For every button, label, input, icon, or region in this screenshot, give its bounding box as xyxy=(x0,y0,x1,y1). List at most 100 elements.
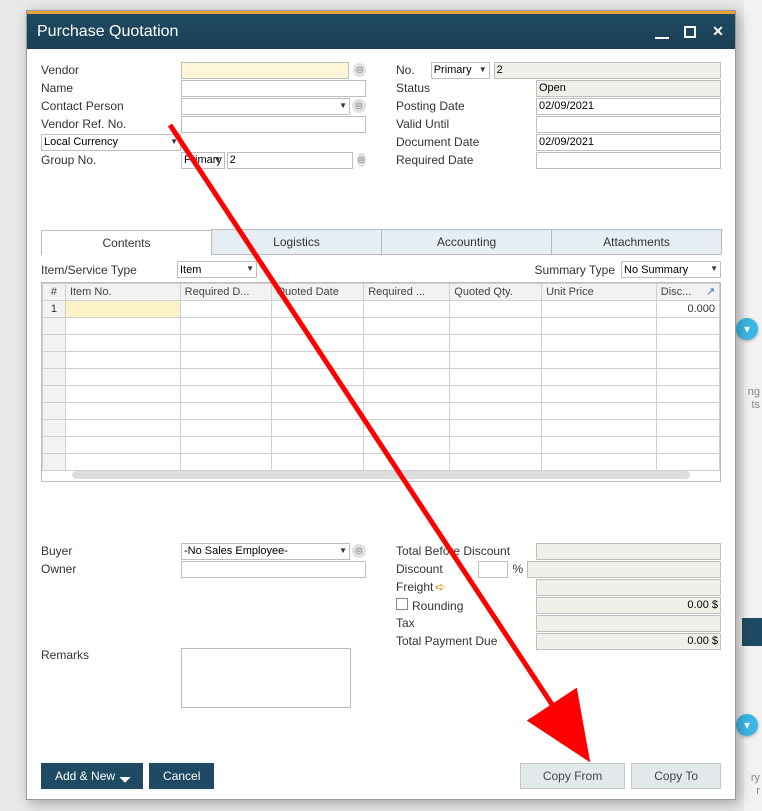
groupno-value-input[interactable] xyxy=(227,152,353,169)
th-required[interactable]: Required ... xyxy=(364,284,450,301)
table-row[interactable] xyxy=(43,420,720,437)
table-row[interactable] xyxy=(43,437,720,454)
tax-label: Tax xyxy=(396,616,536,630)
no-value xyxy=(494,62,721,79)
table-row[interactable] xyxy=(43,454,720,471)
freight-link-icon[interactable]: ➪ xyxy=(435,580,445,594)
summary-select[interactable] xyxy=(621,261,721,278)
docdate-input[interactable] xyxy=(536,134,721,151)
groupno-primary-select[interactable] xyxy=(181,152,225,169)
bg-text-1: ng xyxy=(748,386,760,399)
tab-logistics[interactable]: Logistics xyxy=(211,229,382,254)
table-header-row: # Item No. Required D... Quoted Date Req… xyxy=(43,284,720,301)
owner-label: Owner xyxy=(41,562,181,576)
cell-itemno[interactable] xyxy=(65,301,180,318)
cell-disc[interactable]: 0.000 xyxy=(656,301,719,318)
copy-to-button[interactable]: Copy To xyxy=(631,763,721,789)
vendor-input[interactable] xyxy=(181,62,349,79)
maximize-button[interactable] xyxy=(683,25,697,39)
vendorref-input[interactable] xyxy=(181,116,366,133)
contact-label: Contact Person xyxy=(41,99,181,113)
discount-value xyxy=(527,561,721,578)
table-row[interactable] xyxy=(43,403,720,420)
owner-input[interactable] xyxy=(181,561,366,578)
valid-input[interactable] xyxy=(536,116,721,133)
purchase-quotation-window: Purchase Quotation Vendor ⊜ Name Contact… xyxy=(26,10,736,800)
table-popout-icon[interactable]: ↗ xyxy=(706,285,718,297)
bg-darkbar xyxy=(742,618,762,646)
side-bubble-2[interactable]: ▾ xyxy=(736,714,758,736)
close-button[interactable] xyxy=(711,25,725,39)
required-input[interactable] xyxy=(536,152,721,169)
no-label: No. xyxy=(396,63,431,77)
name-label: Name xyxy=(41,81,181,95)
th-num[interactable]: # xyxy=(43,284,66,301)
freight-value xyxy=(536,579,721,596)
th-itemno[interactable]: Item No. xyxy=(65,284,180,301)
bg-text-4: r xyxy=(756,785,760,798)
remarks-label: Remarks xyxy=(41,648,181,662)
before-value xyxy=(536,543,721,560)
table-scrollbar[interactable] xyxy=(72,471,690,479)
copy-from-button[interactable]: Copy From xyxy=(520,763,625,789)
currency-select[interactable] xyxy=(41,134,181,151)
required-label: Required Date xyxy=(396,153,536,167)
tax-value xyxy=(536,615,721,632)
remarks-textarea[interactable] xyxy=(181,648,351,708)
docdate-label: Document Date xyxy=(396,135,536,149)
vendor-label: Vendor xyxy=(41,63,181,77)
items-table-wrap: ↗ # Item No. Required D... Quoted Date R… xyxy=(41,282,721,482)
no-primary-select[interactable] xyxy=(431,62,490,79)
bg-text-3: ry xyxy=(751,772,760,785)
th-unitprice[interactable]: Unit Price xyxy=(542,284,657,301)
discount-label: Discount xyxy=(396,562,478,576)
items-table: # Item No. Required D... Quoted Date Req… xyxy=(42,283,720,471)
vendor-lookup-icon[interactable]: ⊜ xyxy=(353,63,366,77)
table-row[interactable] xyxy=(43,352,720,369)
rounding-checkbox[interactable] xyxy=(396,598,408,610)
status-value xyxy=(536,80,721,97)
groupno-info-icon[interactable]: ⊜ xyxy=(357,153,366,167)
cancel-button[interactable]: Cancel xyxy=(149,763,214,789)
buyer-info-icon[interactable]: ⊜ xyxy=(352,544,366,558)
add-new-button[interactable]: Add & New xyxy=(41,763,143,789)
table-row[interactable] xyxy=(43,335,720,352)
th-quotedqty[interactable]: Quoted Qty. xyxy=(450,284,542,301)
valid-label: Valid Until xyxy=(396,117,536,131)
before-label: Total Before Discount xyxy=(396,544,536,558)
th-reqdate[interactable]: Required D... xyxy=(180,284,272,301)
posting-input[interactable] xyxy=(536,98,721,115)
contact-select[interactable] xyxy=(181,98,350,115)
th-quoteddate[interactable]: Quoted Date xyxy=(272,284,364,301)
table-row[interactable] xyxy=(43,369,720,386)
minimize-button[interactable] xyxy=(655,25,669,39)
due-label: Total Payment Due xyxy=(396,634,536,648)
freight-label: Freight➪ xyxy=(396,580,536,594)
posting-label: Posting Date xyxy=(396,99,536,113)
itemtype-select[interactable] xyxy=(177,261,257,278)
tab-accounting[interactable]: Accounting xyxy=(381,229,552,254)
groupno-label: Group No. xyxy=(41,153,181,167)
name-input[interactable] xyxy=(181,80,366,97)
discount-percent-input[interactable] xyxy=(478,561,508,578)
titlebar: Purchase Quotation xyxy=(27,11,735,49)
tab-contents[interactable]: Contents xyxy=(41,230,212,255)
tab-attachments[interactable]: Attachments xyxy=(551,229,722,254)
window-title: Purchase Quotation xyxy=(37,23,178,41)
table-row[interactable] xyxy=(43,386,720,403)
tabs: Contents Logistics Accounting Attachment… xyxy=(41,229,721,255)
bg-text-2: ts xyxy=(751,399,760,412)
percent-sign: % xyxy=(512,562,523,576)
vendorref-label: Vendor Ref. No. xyxy=(41,117,181,131)
buyer-label: Buyer xyxy=(41,544,181,558)
contact-info-icon[interactable]: ⊜ xyxy=(352,99,366,113)
side-bubble-1[interactable]: ▾ xyxy=(736,318,758,340)
buyer-select[interactable] xyxy=(181,543,350,560)
table-row[interactable]: 1 0.000 xyxy=(43,301,720,318)
summary-label: Summary Type xyxy=(535,263,615,277)
itemtype-label: Item/Service Type xyxy=(41,263,171,277)
table-row[interactable] xyxy=(43,318,720,335)
rounding-value xyxy=(536,597,721,614)
cell-rownum: 1 xyxy=(43,301,66,318)
rounding-label: Rounding xyxy=(396,598,536,613)
